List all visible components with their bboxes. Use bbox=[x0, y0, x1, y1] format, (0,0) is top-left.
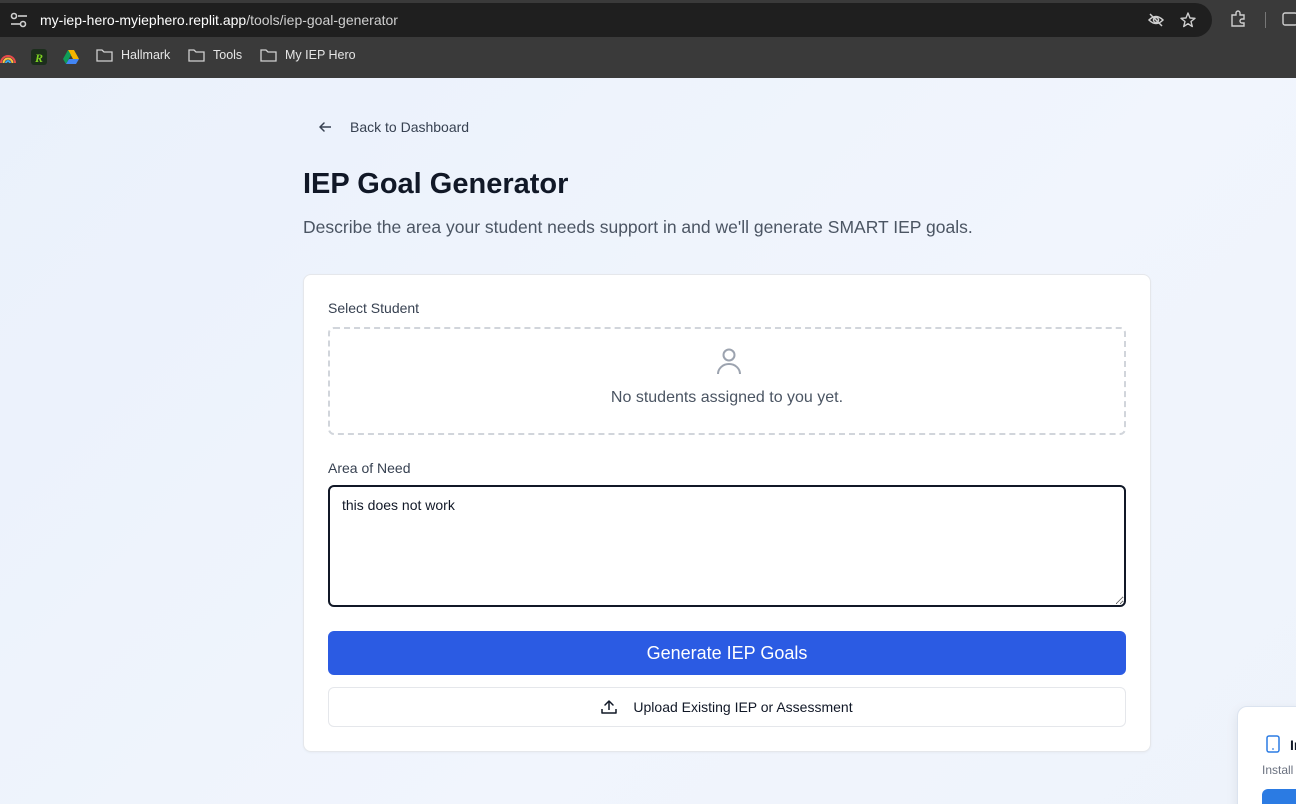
bookmarks-bar: R Hallmark Tools My IEP Hero bbox=[0, 44, 1296, 70]
bookmark-folder-tools[interactable]: Tools bbox=[188, 48, 242, 62]
select-student-label: Select Student bbox=[328, 300, 420, 316]
install-button[interactable] bbox=[1262, 789, 1296, 804]
upload-iep-button[interactable]: Upload Existing IEP or Assessment bbox=[328, 687, 1126, 727]
folder-icon bbox=[188, 49, 205, 62]
phone-icon bbox=[1266, 735, 1280, 753]
no-students-text: No students assigned to you yet. bbox=[610, 389, 844, 406]
eye-off-icon[interactable] bbox=[1147, 11, 1165, 29]
area-of-need-label: Area of Need bbox=[328, 460, 411, 476]
bookmark-label: Tools bbox=[213, 48, 243, 62]
arrow-left-icon bbox=[319, 122, 331, 132]
url-host: my-iep-hero-myiephero.replit.app bbox=[40, 12, 247, 28]
star-icon[interactable] bbox=[1179, 11, 1197, 29]
back-label: Back to Dashboard bbox=[350, 119, 470, 135]
install-popup-title: In bbox=[1290, 737, 1296, 753]
upload-label: Upload Existing IEP or Assessment bbox=[633, 699, 853, 715]
install-popup-subtitle: Install bbox=[1262, 763, 1294, 777]
side-panel-icon[interactable] bbox=[1281, 10, 1296, 28]
browser-chrome: my-iep-hero-myiephero.replit.app/tools/i… bbox=[0, 0, 1296, 78]
site-info-icon[interactable] bbox=[10, 12, 28, 28]
page-subtitle: Describe the area your student needs sup… bbox=[303, 217, 973, 237]
svg-text:R: R bbox=[34, 51, 43, 65]
bookmark-label: My IEP Hero bbox=[285, 48, 356, 62]
generate-iep-goals-button[interactable]: Generate IEP Goals bbox=[328, 631, 1126, 675]
back-to-dashboard-link[interactable]: Back to Dashboard bbox=[318, 119, 469, 135]
bookmark-label: Hallmark bbox=[121, 48, 171, 62]
no-students-placeholder: No students assigned to you yet. bbox=[328, 327, 1126, 435]
user-icon bbox=[717, 348, 741, 375]
page-content: Back to Dashboard IEP Goal Generator Des… bbox=[0, 78, 1296, 804]
install-app-popup: In Install bbox=[1237, 706, 1296, 804]
folder-icon bbox=[260, 49, 277, 62]
upload-icon bbox=[601, 700, 618, 714]
drive-icon[interactable] bbox=[63, 49, 79, 65]
url-text[interactable]: my-iep-hero-myiephero.replit.app/tools/i… bbox=[40, 12, 398, 28]
address-bar[interactable]: my-iep-hero-myiephero.replit.app/tools/i… bbox=[0, 3, 1212, 37]
goal-generator-card: Select Student No students assigned to y… bbox=[303, 274, 1151, 752]
area-of-need-textarea[interactable]: this does not work bbox=[328, 485, 1126, 607]
bookmark-folder-hallmark[interactable]: Hallmark bbox=[96, 48, 170, 62]
extensions-icon[interactable] bbox=[1229, 10, 1247, 28]
bookmark-folder-my-iep-hero[interactable]: My IEP Hero bbox=[260, 48, 356, 62]
url-path: /tools/iep-goal-generator bbox=[246, 12, 398, 28]
rainbow-bookmark-icon[interactable] bbox=[0, 49, 16, 65]
toolbar-divider bbox=[1265, 12, 1266, 28]
folder-icon bbox=[96, 49, 113, 62]
page-title: IEP Goal Generator bbox=[303, 168, 569, 200]
r-bookmark-icon[interactable]: R bbox=[31, 49, 47, 65]
